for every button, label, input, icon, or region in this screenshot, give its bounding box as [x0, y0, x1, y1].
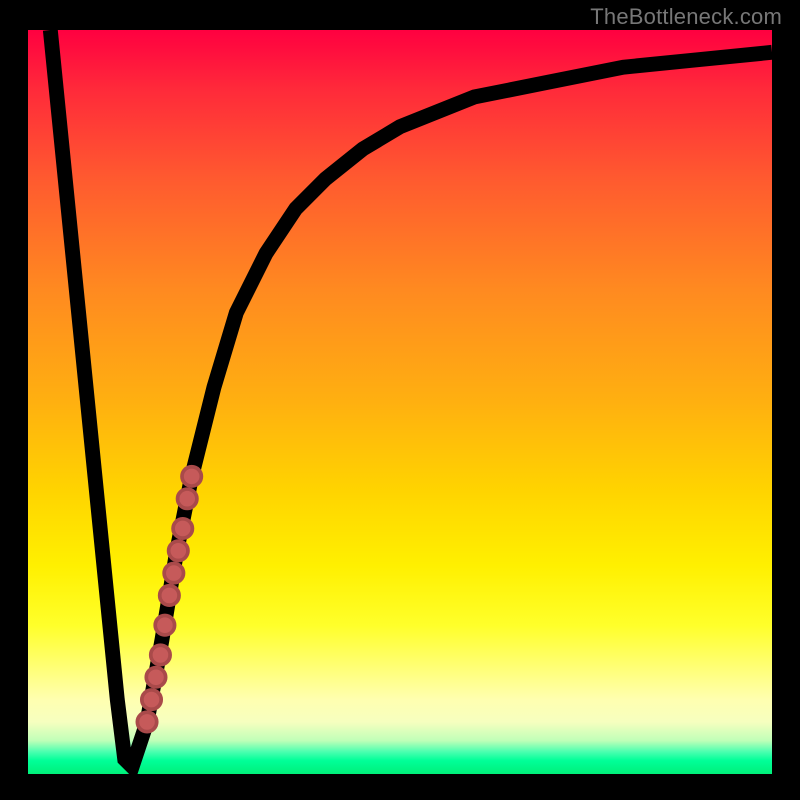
marker-point: [142, 690, 161, 709]
plot-area: [28, 30, 772, 774]
marker-point: [173, 519, 192, 538]
marker-point: [178, 489, 197, 508]
chart-svg: [28, 30, 772, 774]
marker-point: [146, 668, 165, 687]
highlighted-range-markers: [137, 467, 201, 732]
marker-point: [164, 563, 183, 582]
marker-point: [137, 712, 156, 731]
plot-frame: [28, 30, 772, 774]
marker-point: [169, 541, 188, 560]
marker-point: [182, 467, 201, 486]
marker-point: [155, 616, 174, 635]
marker-point: [151, 645, 170, 664]
attribution-text: TheBottleneck.com: [590, 4, 782, 30]
marker-point: [160, 586, 179, 605]
